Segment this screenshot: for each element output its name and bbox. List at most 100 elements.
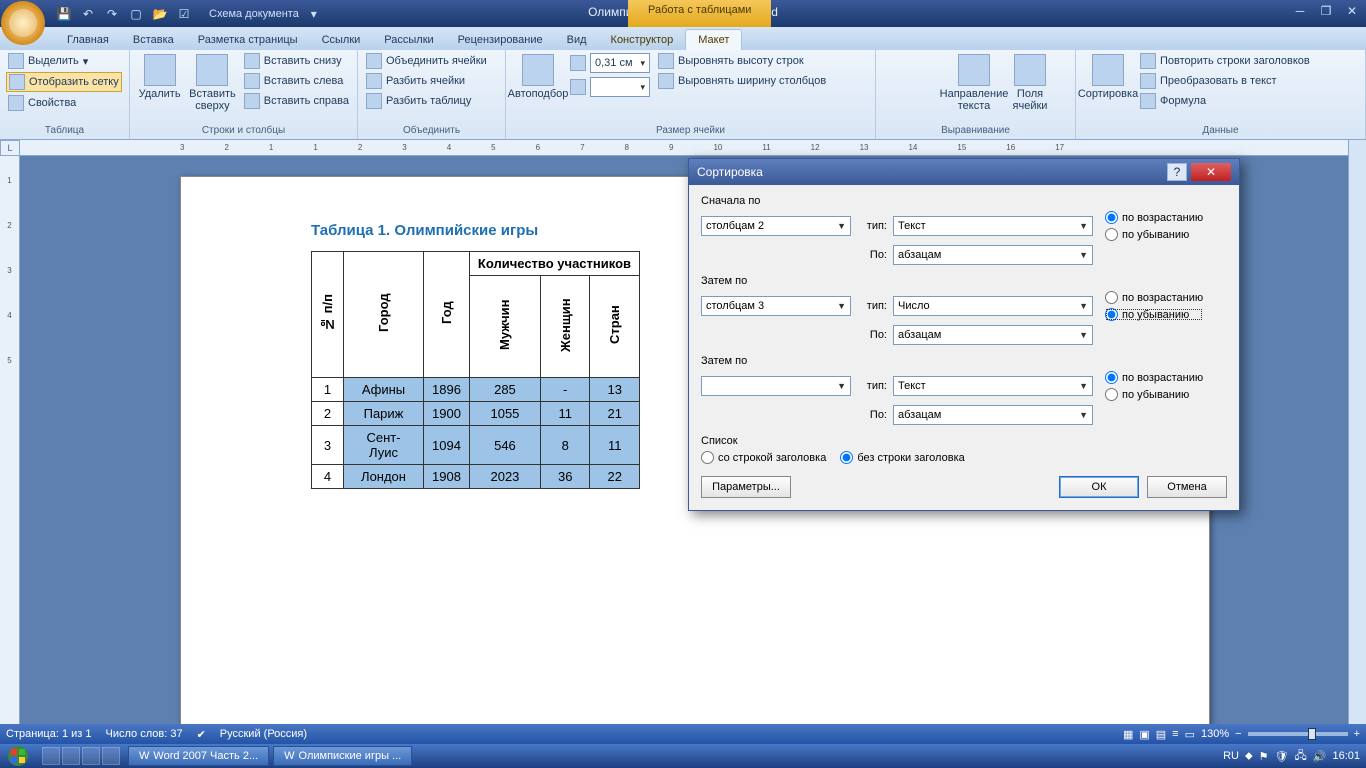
params-button[interactable]: Параметры... bbox=[701, 476, 791, 498]
tab-insert[interactable]: Вставка bbox=[121, 30, 186, 50]
sort2-by-combo[interactable]: абзацам▼ bbox=[893, 325, 1093, 345]
formula-button[interactable]: Формула bbox=[1138, 92, 1312, 110]
dialog-close-button[interactable]: ✕ bbox=[1191, 163, 1231, 181]
new-icon[interactable]: ▢ bbox=[127, 5, 145, 23]
insert-right-button[interactable]: Вставить справа bbox=[242, 92, 351, 110]
insert-left-button[interactable]: Вставить слева bbox=[242, 72, 351, 90]
ql-icon[interactable] bbox=[42, 747, 60, 765]
taskbar-item-word-doc2[interactable]: WОлимпиские игры ... bbox=[273, 746, 412, 766]
tab-review[interactable]: Рецензирование bbox=[446, 30, 555, 50]
dialog-titlebar[interactable]: Сортировка ? ✕ bbox=[689, 159, 1239, 185]
tray-icon[interactable]: 🛡 bbox=[1275, 750, 1289, 763]
status-language[interactable]: Русский (Россия) bbox=[220, 728, 307, 740]
vertical-scrollbar[interactable] bbox=[1348, 140, 1366, 724]
view-web-icon[interactable]: ▤ bbox=[1156, 728, 1166, 741]
tray-icon[interactable]: ⚑ bbox=[1259, 750, 1269, 763]
with-header-radio[interactable]: со строкой заголовка bbox=[701, 451, 826, 464]
status-page[interactable]: Страница: 1 из 1 bbox=[6, 728, 92, 740]
tab-references[interactable]: Ссылки bbox=[310, 30, 373, 50]
sort2-asc-radio[interactable]: по возрастанию bbox=[1105, 291, 1203, 304]
tray-clock[interactable]: 16:01 bbox=[1332, 750, 1360, 762]
olympic-table[interactable]: № п/п Город Год Количество участников Му… bbox=[311, 251, 640, 489]
sort2-column-combo[interactable]: столбцам 3▼ bbox=[701, 296, 851, 316]
dialog-help-button[interactable]: ? bbox=[1167, 163, 1187, 181]
tab-mailings[interactable]: Рассылки bbox=[372, 30, 445, 50]
sort1-asc-radio[interactable]: по возрастанию bbox=[1105, 211, 1203, 224]
view-full-screen-icon[interactable]: ▣ bbox=[1139, 728, 1149, 741]
zoom-in-button[interactable]: + bbox=[1354, 728, 1360, 740]
zoom-slider[interactable] bbox=[1248, 732, 1348, 736]
taskbar-item-word-doc1[interactable]: WWord 2007 Часть 2... bbox=[128, 746, 269, 766]
tray-volume-icon[interactable]: 🔊 bbox=[1313, 750, 1327, 763]
view-draft-icon[interactable]: ▭ bbox=[1185, 728, 1195, 741]
repeat-header-button[interactable]: Повторить строки заголовков bbox=[1138, 52, 1312, 70]
save-icon[interactable]: 💾 bbox=[55, 5, 73, 23]
sort2-desc-radio[interactable]: по убыванию bbox=[1105, 308, 1203, 321]
qat-more-icon[interactable]: ▾ bbox=[305, 5, 323, 23]
checkbox-icon[interactable]: ☑ bbox=[175, 5, 193, 23]
document-map-label[interactable]: Схема документа bbox=[209, 8, 299, 20]
sort-button[interactable]: Сортировка bbox=[1082, 52, 1134, 102]
show-gridlines-button[interactable]: Отобразить сетку bbox=[6, 72, 122, 92]
tab-view[interactable]: Вид bbox=[555, 30, 599, 50]
text-direction-button[interactable]: Направление текста bbox=[948, 52, 1000, 114]
restore-button[interactable]: ❐ bbox=[1314, 2, 1338, 20]
sort1-desc-radio[interactable]: по убыванию bbox=[1105, 228, 1203, 241]
undo-icon[interactable]: ↶ bbox=[79, 5, 97, 23]
tray-icon[interactable]: 🖧 bbox=[1295, 747, 1307, 766]
tab-page-layout[interactable]: Разметка страницы bbox=[186, 30, 310, 50]
start-button[interactable] bbox=[0, 744, 36, 768]
select-button[interactable]: Выделить ▾ bbox=[6, 52, 90, 70]
redo-icon[interactable]: ↷ bbox=[103, 5, 121, 23]
open-icon[interactable]: 📂 bbox=[151, 5, 169, 23]
sort3-asc-radio[interactable]: по возрастанию bbox=[1105, 371, 1203, 384]
no-header-radio[interactable]: без строки заголовка bbox=[840, 451, 964, 464]
convert-text-button[interactable]: Преобразовать в текст bbox=[1138, 72, 1312, 90]
delete-button[interactable]: Удалить bbox=[136, 52, 183, 102]
sort3-column-combo[interactable]: ▼ bbox=[701, 376, 851, 396]
row-height-field[interactable]: 0,31 см▾ bbox=[568, 52, 652, 74]
sort3-type-combo[interactable]: Текст▼ bbox=[893, 376, 1093, 396]
vertical-ruler[interactable]: 12345 bbox=[0, 156, 20, 724]
split-cells-button[interactable]: Разбить ячейки bbox=[364, 72, 467, 90]
tab-home[interactable]: Главная bbox=[55, 30, 121, 50]
insert-below-button[interactable]: Вставить снизу bbox=[242, 52, 351, 70]
merge-cells-button[interactable]: Объединить ячейки bbox=[364, 52, 489, 70]
tab-layout[interactable]: Макет bbox=[685, 29, 742, 50]
cell-margins-button[interactable]: Поля ячейки bbox=[1004, 52, 1056, 114]
col-width-field[interactable]: ▾ bbox=[568, 76, 652, 98]
view-outline-icon[interactable]: ≡ bbox=[1172, 728, 1178, 740]
zoom-level[interactable]: 130% bbox=[1201, 728, 1229, 740]
cancel-button[interactable]: Отмена bbox=[1147, 476, 1227, 498]
ok-button[interactable]: ОК bbox=[1059, 476, 1139, 498]
sort3-desc-radio[interactable]: по убыванию bbox=[1105, 388, 1203, 401]
tab-design[interactable]: Конструктор bbox=[599, 30, 686, 50]
split-table-button[interactable]: Разбить таблицу bbox=[364, 92, 473, 110]
tray-lang[interactable]: RU bbox=[1223, 750, 1239, 762]
status-words[interactable]: Число слов: 37 bbox=[106, 728, 183, 740]
horizontal-ruler[interactable]: 3211234567891011121314151617 bbox=[20, 140, 1348, 156]
sort3-by-combo[interactable]: абзацам▼ bbox=[893, 405, 1093, 425]
close-button[interactable]: ✕ bbox=[1340, 2, 1364, 20]
ql-icon[interactable] bbox=[82, 747, 100, 765]
ql-icon[interactable] bbox=[102, 747, 120, 765]
status-proofing-icon[interactable]: ✔ bbox=[197, 728, 206, 741]
view-print-layout-icon[interactable]: ▦ bbox=[1123, 728, 1133, 741]
sort1-by-combo[interactable]: абзацам▼ bbox=[893, 245, 1093, 265]
sort1-column-combo[interactable]: столбцам 2▼ bbox=[701, 216, 851, 236]
ql-icon[interactable] bbox=[62, 747, 80, 765]
word-icon: W bbox=[284, 750, 294, 762]
office-button[interactable] bbox=[0, 0, 48, 48]
sort1-type-combo[interactable]: Текст▼ bbox=[893, 216, 1093, 236]
ruler-corner[interactable]: L bbox=[0, 140, 20, 156]
alignment-grid[interactable] bbox=[882, 52, 944, 60]
sort2-type-combo[interactable]: Число▼ bbox=[893, 296, 1093, 316]
minimize-button[interactable]: ─ bbox=[1288, 2, 1312, 20]
autofit-button[interactable]: Автоподбор bbox=[512, 52, 564, 102]
properties-button[interactable]: Свойства bbox=[6, 94, 78, 112]
tray-icon[interactable]: ⬥ bbox=[1245, 750, 1253, 763]
distribute-rows-button[interactable]: Выровнять высоту строк bbox=[656, 52, 828, 70]
insert-above-button[interactable]: Вставить сверху bbox=[187, 52, 238, 114]
zoom-out-button[interactable]: − bbox=[1235, 728, 1241, 740]
distribute-cols-button[interactable]: Выровнять ширину столбцов bbox=[656, 72, 828, 90]
